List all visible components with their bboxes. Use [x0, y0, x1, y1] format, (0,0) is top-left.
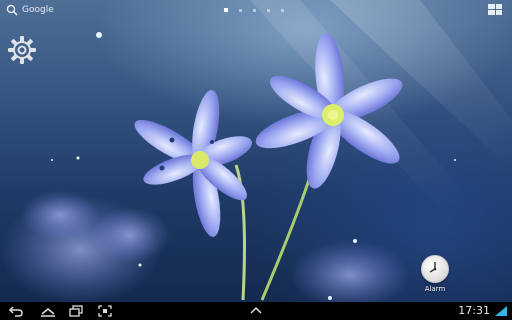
system-navigation-bar: 17:31 — [0, 302, 512, 320]
page-dot-2 — [239, 8, 242, 12]
signal-icon[interactable] — [494, 305, 508, 317]
status-clock[interactable]: 17:31 — [458, 304, 490, 317]
alarm-clock-icon — [421, 255, 449, 283]
google-search-bar[interactable]: Google — [6, 3, 54, 17]
gear-icon — [8, 36, 36, 64]
home-page-indicator — [224, 8, 284, 12]
home-icon[interactable] — [40, 304, 56, 318]
alarm-label: Alarm — [424, 285, 446, 293]
settings-shortcut[interactable] — [6, 34, 38, 66]
alarm-widget[interactable]: Alarm — [420, 255, 450, 293]
page-dot-5 — [281, 8, 284, 12]
page-dot-1 — [224, 8, 228, 12]
page-dot-3 — [253, 8, 256, 12]
back-icon[interactable] — [8, 304, 24, 318]
chevron-up-icon[interactable] — [248, 304, 264, 318]
search-icon — [6, 4, 18, 16]
page-dot-4 — [267, 8, 270, 12]
search-label: Google — [22, 5, 54, 15]
screenshot-icon[interactable] — [97, 304, 113, 318]
apps-grid-icon[interactable] — [488, 4, 502, 15]
recent-apps-icon[interactable] — [68, 304, 84, 318]
